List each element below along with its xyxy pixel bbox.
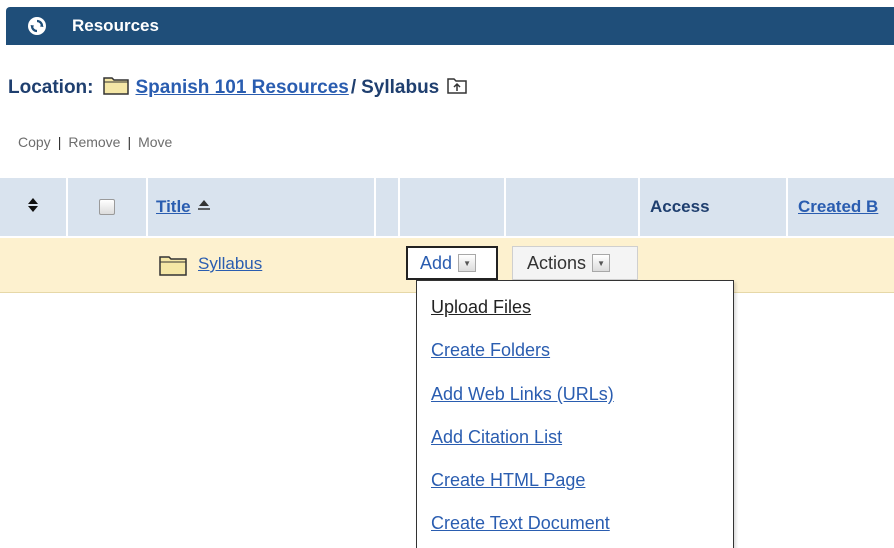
location-breadcrumb: Location: Spanish 101 Resources / Syllab… [8,74,468,102]
sort-column[interactable] [0,178,68,236]
sort-arrows-icon[interactable] [27,197,39,218]
actions-button-label: Actions [527,252,587,273]
menu-item-add-web-links[interactable]: Add Web Links (URLs) [431,384,614,405]
menu-item-create-text-document[interactable]: Create Text Document [431,513,610,534]
sort-ascending-icon [197,198,211,216]
select-all-checkbox[interactable] [99,199,115,215]
add-menu-button[interactable]: Add ▼ [406,246,498,280]
folder-icon [158,253,188,282]
select-all-column [68,178,148,236]
breadcrumb-current: Syllabus [361,77,440,98]
tool-title: Resources [72,16,159,35]
folder-up-icon[interactable] [446,75,468,101]
resources-table-header: Title Access Created B [0,178,894,236]
chevron-down-icon: ▼ [458,254,477,272]
toolbar-separator: | [57,134,62,150]
actions-menu-button[interactable]: Actions ▼ [512,246,638,280]
toolbar-separator: | [127,134,132,150]
location-label: Location: [8,77,94,98]
copy-link[interactable]: Copy [18,134,51,150]
menu-item-add-citation-list[interactable]: Add Citation List [431,427,562,448]
access-column-header: Access [640,178,788,236]
resources-page: Resources Location: Spanish 101 Resource… [0,0,894,548]
folder-icon [102,74,130,102]
menu-item-create-html-page[interactable]: Create HTML Page [431,470,585,491]
move-link[interactable]: Move [138,134,172,150]
breadcrumb-link-spanish-101-resources[interactable]: Spanish 101 Resources [136,77,349,99]
access-column-label: Access [650,197,710,216]
created-by-column-header[interactable]: Created B [788,178,894,236]
breadcrumb-separator: / [350,77,357,98]
created-by-sort-link[interactable]: Created B [798,197,878,217]
title-sort-link[interactable]: Title [156,197,191,217]
add-button-label: Add [420,252,453,273]
menu-item-upload-files[interactable]: Upload Files [431,297,531,318]
blank-column-header [506,178,640,236]
bulk-actions-toolbar: Copy | Remove | Move [18,134,172,150]
chevron-down-icon: ▼ [592,254,611,272]
add-dropdown-menu: Upload Files Create Folders Add Web Link… [416,280,734,548]
remove-link[interactable]: Remove [68,134,120,150]
item-title-link[interactable]: Syllabus [198,254,262,274]
blank-column-header [376,178,400,236]
blank-column-header [400,178,506,236]
menu-item-create-folders[interactable]: Create Folders [431,340,550,361]
refresh-circle-icon[interactable] [28,17,46,35]
title-column-header[interactable]: Title [148,178,376,236]
tool-header-bar: Resources [6,7,894,45]
